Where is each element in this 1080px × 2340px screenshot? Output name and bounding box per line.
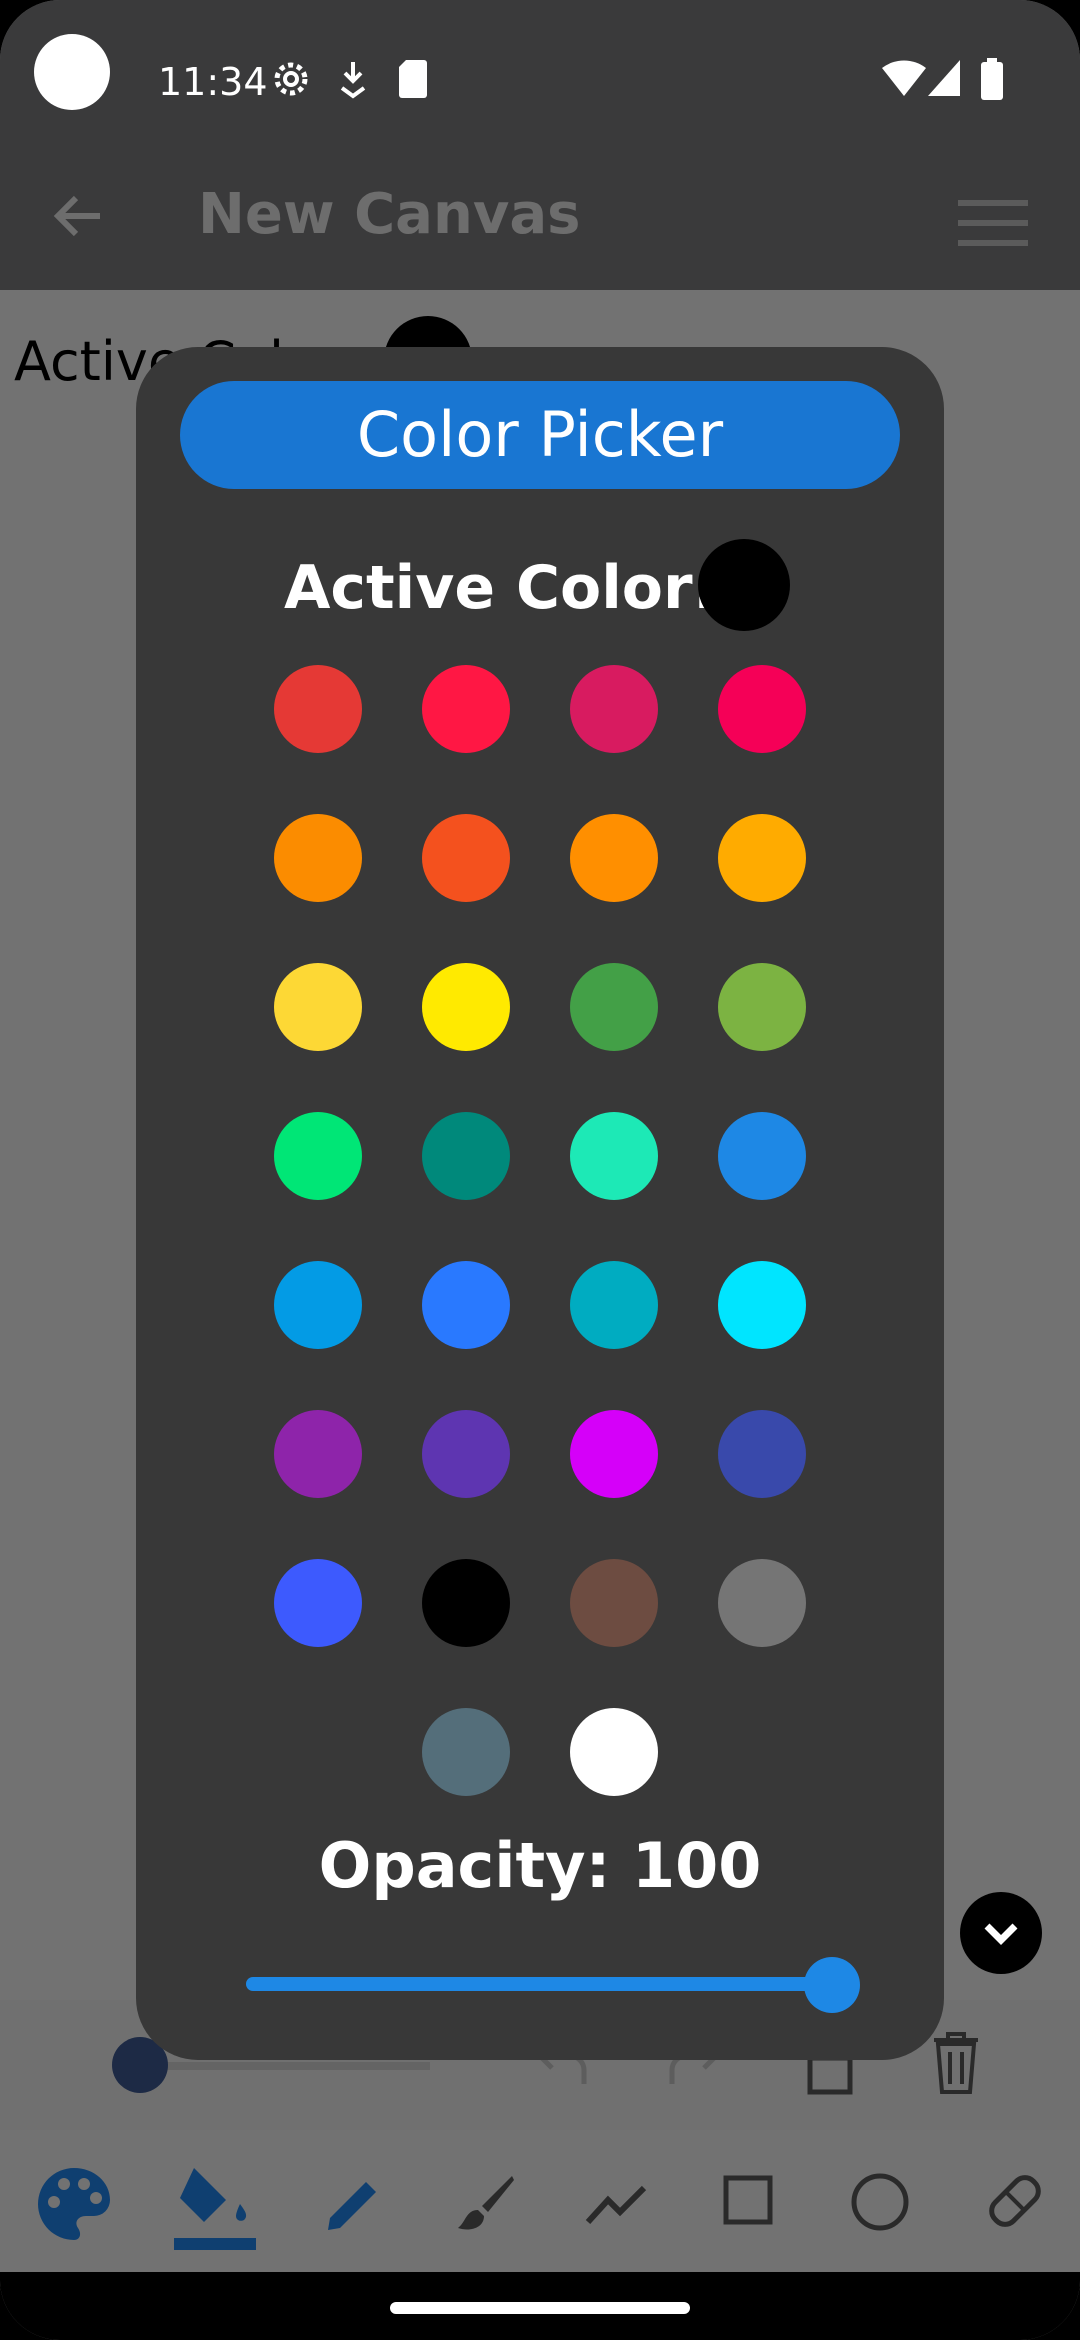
wifi-icon [882, 60, 926, 96]
color-swatch[interactable] [422, 1112, 510, 1200]
color-swatch[interactable] [570, 1559, 658, 1647]
opacity-slider-track[interactable] [246, 1977, 846, 1991]
status-time: 11:34 [158, 60, 268, 104]
color-swatch[interactable] [570, 1261, 658, 1349]
color-swatch[interactable] [718, 1410, 806, 1498]
color-swatch[interactable] [274, 1559, 362, 1647]
opacity-label: Opacity: 100 [318, 1829, 762, 1902]
status-bar: 11:34 [0, 0, 1080, 165]
rectangle-icon[interactable] [722, 2174, 774, 2226]
color-swatch[interactable] [718, 665, 806, 753]
color-swatch[interactable] [422, 1559, 510, 1647]
color-swatch[interactable] [718, 1261, 806, 1349]
color-swatch[interactable] [422, 665, 510, 753]
circle-icon[interactable] [850, 2172, 910, 2232]
eraser-icon[interactable] [982, 2168, 1048, 2234]
brush-size-track[interactable] [150, 2062, 430, 2070]
tool-bar [0, 2140, 1080, 2270]
dialog-active-color-label: Active Color: [284, 553, 717, 623]
dialog-active-color-row: Active Color: [136, 539, 944, 631]
arrow-back-icon[interactable] [50, 188, 106, 244]
color-swatch[interactable] [422, 814, 510, 902]
dialog-active-color-dot [698, 539, 790, 631]
download-icon [340, 62, 366, 99]
dialog-title: Color Picker [180, 381, 900, 489]
color-swatch[interactable] [718, 1112, 806, 1200]
color-swatch[interactable] [718, 1559, 806, 1647]
battery-icon [981, 58, 1003, 100]
color-swatch[interactable] [570, 1112, 658, 1200]
color-swatch[interactable] [718, 814, 806, 902]
color-swatch[interactable] [422, 963, 510, 1051]
color-swatch[interactable] [570, 814, 658, 902]
fill-bucket-icon[interactable] [170, 2160, 260, 2252]
color-swatch[interactable] [718, 963, 806, 1051]
opacity-slider-thumb[interactable] [804, 1957, 860, 2013]
color-swatch[interactable] [274, 1112, 362, 1200]
color-swatch[interactable] [570, 963, 658, 1051]
color-swatch[interactable] [422, 1261, 510, 1349]
color-swatch[interactable] [570, 665, 658, 753]
home-indicator[interactable] [390, 2302, 690, 2314]
signal-icon [928, 60, 960, 96]
color-swatch[interactable] [422, 1410, 510, 1498]
sd-card-icon [399, 60, 427, 98]
color-swatch[interactable] [274, 665, 362, 753]
color-swatch[interactable] [274, 1410, 362, 1498]
page-title: New Canvas [198, 182, 581, 247]
color-swatch[interactable] [274, 1261, 362, 1349]
settings-gear-icon [274, 62, 308, 96]
color-picker-dialog: Color Picker Active Color: Opacity: 100 [136, 347, 944, 2060]
color-swatch[interactable] [274, 814, 362, 902]
line-icon[interactable] [584, 2182, 648, 2226]
brush-icon[interactable] [452, 2172, 516, 2236]
color-swatch[interactable] [570, 1708, 658, 1796]
camera-cutout [34, 34, 110, 110]
chevron-down-icon [984, 1923, 1018, 1945]
color-swatch[interactable] [274, 963, 362, 1051]
color-swatch[interactable] [570, 1410, 658, 1498]
trash-icon[interactable] [930, 2030, 982, 2096]
collapse-toolbar-button[interactable] [960, 1892, 1042, 1974]
pencil-icon[interactable] [322, 2174, 384, 2236]
screen: 11:34 New Canvas Active Color Picker Act… [0, 0, 1080, 2340]
palette-icon[interactable] [34, 2164, 114, 2244]
hamburger-menu-icon[interactable] [958, 198, 1028, 248]
color-swatch[interactable] [422, 1708, 510, 1796]
